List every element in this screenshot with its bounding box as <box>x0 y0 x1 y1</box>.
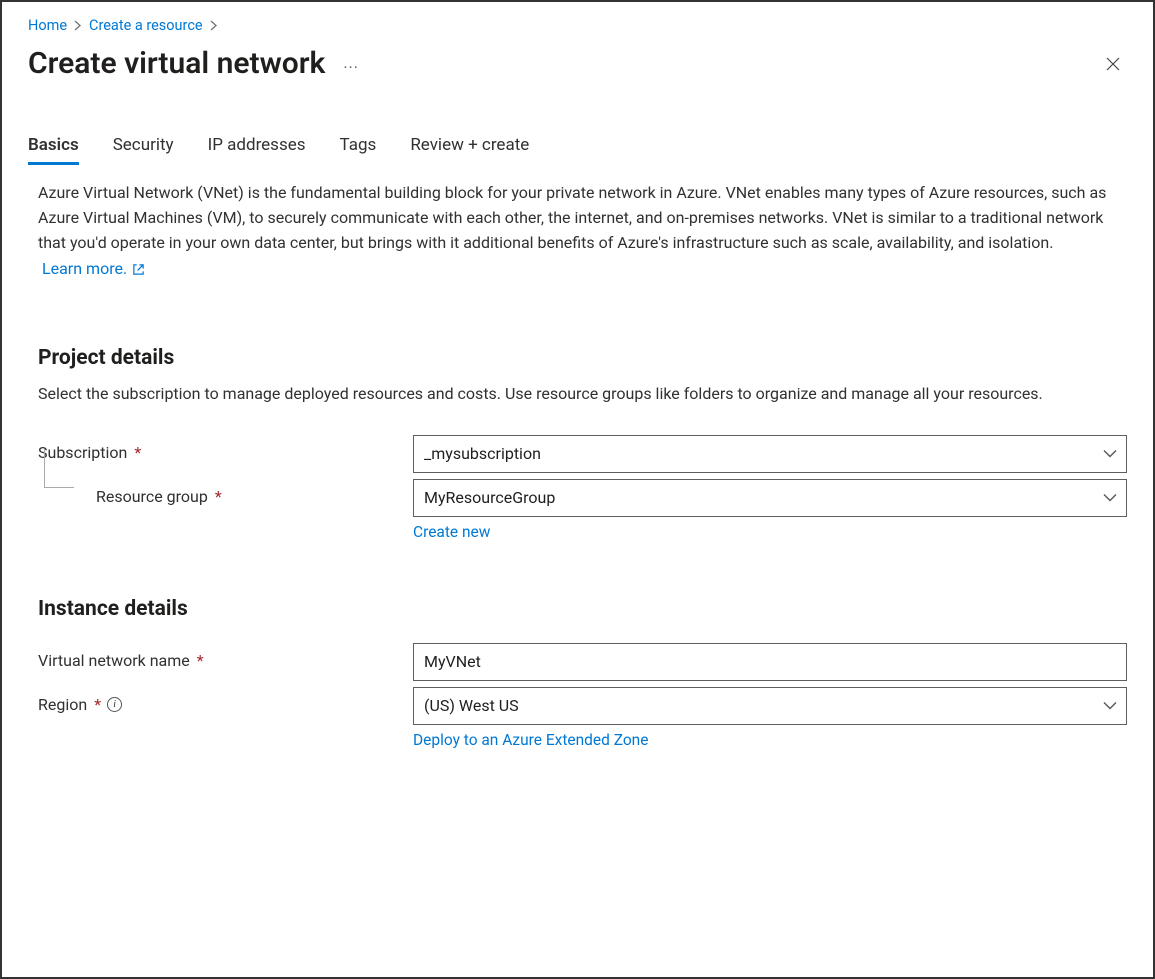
intro-text: Azure Virtual Network (VNet) is the fund… <box>38 183 1106 252</box>
breadcrumb-home[interactable]: Home <box>28 17 67 34</box>
subscription-select[interactable]: _mysubscription <box>413 435 1127 473</box>
close-icon <box>1105 56 1121 72</box>
more-actions-button[interactable]: ··· <box>339 54 363 81</box>
tab-ip-addresses[interactable]: IP addresses <box>208 129 306 165</box>
tab-bar: Basics Security IP addresses Tags Review… <box>28 129 1127 165</box>
create-new-resource-group-link[interactable]: Create new <box>413 523 490 541</box>
resource-group-label: Resource group <box>96 487 208 506</box>
region-select[interactable]: (US) West US <box>413 687 1127 725</box>
breadcrumb: Home Create a resource <box>28 16 1127 40</box>
breadcrumb-create-resource[interactable]: Create a resource <box>89 17 203 34</box>
subscription-label: Subscription <box>38 443 127 462</box>
chevron-right-icon <box>74 20 82 31</box>
tab-basics[interactable]: Basics <box>28 129 79 165</box>
external-link-icon <box>132 263 145 276</box>
section-title-instance-details: Instance details <box>38 597 1127 621</box>
required-indicator: * <box>215 487 222 506</box>
required-indicator: * <box>94 695 101 714</box>
virtual-network-name-input[interactable] <box>413 643 1127 681</box>
project-details-description: Select the subscription to manage deploy… <box>38 382 1127 407</box>
required-indicator: * <box>197 651 204 670</box>
tab-tags[interactable]: Tags <box>340 129 377 165</box>
region-label: Region <box>38 695 87 714</box>
info-icon[interactable]: i <box>107 697 122 712</box>
tab-review-create[interactable]: Review + create <box>410 129 529 165</box>
learn-more-link[interactable]: Learn more. <box>42 257 145 282</box>
chevron-right-icon <box>210 20 218 31</box>
page-title: Create virtual network <box>28 46 325 81</box>
section-title-project-details: Project details <box>38 346 1127 370</box>
deploy-extended-zone-link[interactable]: Deploy to an Azure Extended Zone <box>413 731 648 749</box>
required-indicator: * <box>134 443 141 462</box>
tab-security[interactable]: Security <box>113 129 174 165</box>
resource-group-select[interactable]: MyResourceGroup <box>413 479 1127 517</box>
close-button[interactable] <box>1099 50 1127 78</box>
virtual-network-name-label: Virtual network name <box>38 651 190 670</box>
